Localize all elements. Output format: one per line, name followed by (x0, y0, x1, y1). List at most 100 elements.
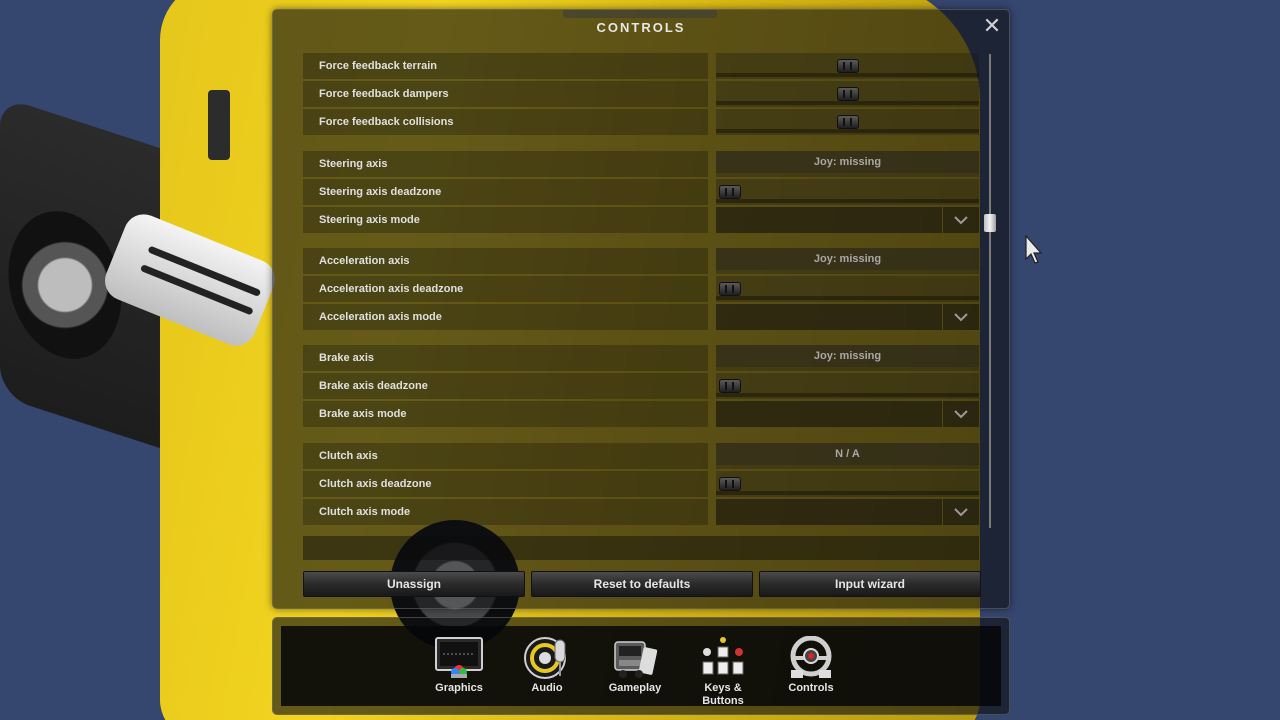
slider-track[interactable] (716, 129, 979, 133)
slider-handle[interactable] (837, 59, 859, 73)
slider-track[interactable] (716, 393, 979, 397)
slider-track[interactable] (716, 101, 979, 105)
nav-label: Audio (531, 682, 563, 694)
slider-track[interactable] (716, 73, 979, 77)
nav-label: Graphics (435, 682, 483, 694)
axis-mode-dropdown[interactable] (716, 304, 979, 330)
setting-label: Force feedback collisions (319, 116, 454, 128)
setting-value-cell: Joy: missing (716, 151, 979, 177)
setting-label: Steering axis deadzone (319, 186, 442, 198)
slider-track[interactable] (716, 199, 979, 203)
setting-slider[interactable] (716, 109, 979, 135)
setting-row: Clutch axis N / A (303, 443, 979, 469)
setting-slider[interactable] (716, 81, 979, 107)
setting-label: Steering axis (319, 158, 388, 170)
dropdown-value[interactable] (716, 207, 942, 233)
keyboard-icon (699, 636, 747, 680)
slider-handle[interactable] (719, 379, 741, 393)
setting-value-cell: Joy: missing (716, 345, 979, 371)
steering-wheel-icon (787, 635, 835, 680)
setting-label: Force feedback terrain (319, 60, 437, 72)
setting-label-cell: Brake axis (303, 345, 708, 371)
input-wizard-button[interactable]: Input wizard (759, 571, 981, 597)
slider-handle[interactable] (719, 282, 741, 296)
chevron-down-icon[interactable] (943, 304, 979, 330)
microphone-icon (523, 636, 571, 680)
setting-row: Brake axis deadzone (303, 373, 979, 399)
setting-label: Acceleration axis deadzone (319, 283, 464, 295)
setting-value-cell: N / A (716, 443, 979, 469)
axis-mode-dropdown[interactable] (716, 401, 979, 427)
dropdown-value[interactable] (716, 401, 942, 427)
setting-label: Clutch axis deadzone (319, 478, 432, 490)
scrollbar[interactable] (984, 54, 996, 528)
axis-mode-dropdown[interactable] (716, 499, 979, 525)
setting-row: Acceleration axis deadzone (303, 276, 979, 302)
nav-label: Gameplay (608, 682, 662, 694)
setting-row: Steering axis deadzone (303, 179, 979, 205)
setting-label-cell: Force feedback dampers (303, 81, 708, 107)
setting-slider[interactable] (716, 373, 979, 399)
setting-label-cell: Clutch axis (303, 443, 708, 469)
setting-label-cell: Steering axis mode (303, 207, 708, 233)
axis-binding-button[interactable]: Joy: missing (716, 248, 979, 270)
setting-label: Clutch axis mode (319, 506, 411, 518)
nav-gameplay[interactable]: Gameplay (595, 636, 675, 695)
setting-label-cell: Force feedback collisions (303, 109, 708, 135)
nav-graphics[interactable]: Graphics (419, 636, 499, 695)
slider-track[interactable] (716, 296, 979, 300)
mouse-cursor-icon (1025, 234, 1043, 270)
axis-binding-button[interactable]: Joy: missing (716, 345, 979, 367)
setting-label-cell: Steering axis (303, 151, 708, 177)
setting-row: Acceleration axis mode (303, 304, 979, 330)
chevron-down-icon[interactable] (943, 499, 979, 525)
setting-slider[interactable] (716, 53, 979, 79)
truck-icon (611, 636, 659, 680)
chevron-down-icon[interactable] (943, 207, 979, 233)
axis-mode-dropdown[interactable] (716, 207, 979, 233)
setting-label: Clutch axis (319, 450, 378, 462)
setting-row: Clutch axis mode (303, 499, 979, 525)
setting-label: Force feedback dampers (319, 88, 449, 100)
empty-row (303, 536, 979, 560)
setting-row: Brake axis Joy: missing (303, 345, 979, 371)
setting-slider[interactable] (716, 276, 979, 302)
panel-tab-decoration (563, 10, 717, 18)
setting-value-cell: Joy: missing (716, 248, 979, 274)
setting-row: Brake axis mode (303, 401, 979, 427)
nav-audio[interactable]: Audio (507, 636, 587, 695)
chevron-down-icon[interactable] (943, 401, 979, 427)
setting-row: Steering axis Joy: missing (303, 151, 979, 177)
setting-label: Brake axis mode (319, 408, 407, 420)
unassign-button[interactable]: Unassign (303, 571, 525, 597)
close-button[interactable]: ✕ (981, 15, 1003, 38)
setting-label: Steering axis mode (319, 214, 420, 226)
slider-track[interactable] (716, 491, 979, 495)
scrollbar-thumb[interactable] (984, 214, 996, 232)
monitor-icon (435, 636, 483, 680)
slider-handle[interactable] (719, 477, 741, 491)
setting-label-cell: Brake axis mode (303, 401, 708, 427)
setting-row: Acceleration axis Joy: missing (303, 248, 979, 274)
slider-handle[interactable] (837, 87, 859, 101)
setting-row: Steering axis mode (303, 207, 979, 233)
dropdown-value[interactable] (716, 499, 942, 525)
slider-handle[interactable] (837, 115, 859, 129)
reset-defaults-button[interactable]: Reset to defaults (531, 571, 753, 597)
slider-handle[interactable] (719, 185, 741, 199)
setting-row: Clutch axis deadzone (303, 471, 979, 497)
nav-controls[interactable]: Controls (771, 635, 851, 695)
setting-slider[interactable] (716, 471, 979, 497)
axis-binding-button[interactable]: Joy: missing (716, 151, 979, 173)
dropdown-value[interactable] (716, 304, 942, 330)
nav-keys-buttons[interactable]: Keys & Buttons (683, 636, 763, 708)
setting-slider[interactable] (716, 179, 979, 205)
setting-label-cell: Force feedback terrain (303, 53, 708, 79)
setting-value-cell (716, 304, 979, 330)
setting-value-cell (716, 401, 979, 427)
setting-label: Brake axis (319, 352, 375, 364)
setting-label-cell: Acceleration axis deadzone (303, 276, 708, 302)
nav-label: Controls (788, 682, 834, 694)
axis-binding-button[interactable]: N / A (716, 443, 979, 465)
nav-label: Keys & Buttons (702, 682, 744, 707)
